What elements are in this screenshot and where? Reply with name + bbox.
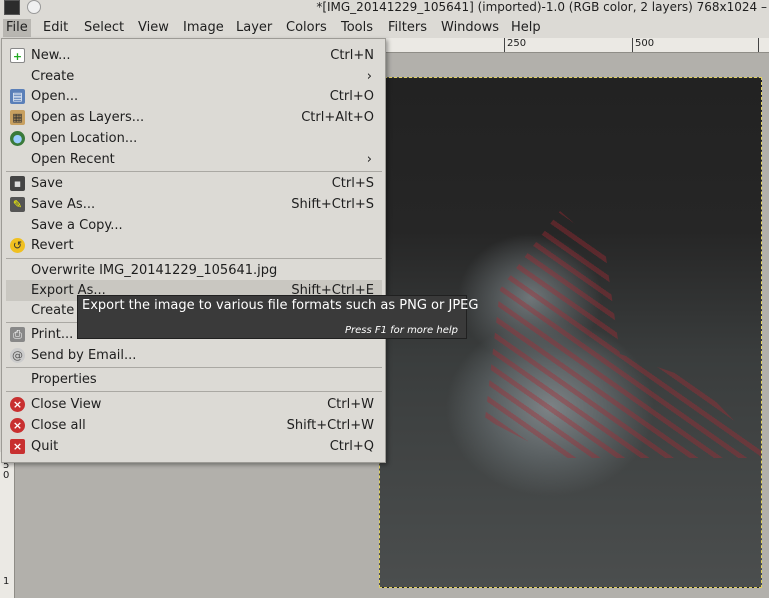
menu-windows[interactable]: Windows [438,19,502,37]
app-icon [4,0,20,15]
menu-item-save-copy[interactable]: Save a Copy... [6,215,382,236]
vertical-ruler[interactable]: 5 0 1 [0,452,15,598]
menu-item-shortcut: Ctrl+N [330,48,374,63]
menu-item-label: Create [31,69,75,84]
menu-item-shortcut: Shift+Ctrl+W [286,418,374,433]
menu-item-label: Print... [31,327,74,342]
email-icon: @ [10,348,25,363]
window-menu-button[interactable] [27,0,41,14]
title-bar: *[IMG_20141229_105641] (imported)-1.0 (R… [0,0,769,16]
menu-item-label: Close View [31,397,102,412]
menu-item-label: Send by Email... [31,348,137,363]
menu-image[interactable]: Image [180,19,227,37]
ruler-label-250: 250 [507,38,527,49]
menu-item-label: Save a Copy... [31,218,123,233]
menu-item-shortcut: Ctrl+O [329,89,374,104]
menu-file[interactable]: File [3,19,31,37]
menu-item-label: Open... [31,89,79,104]
menu-item-label: Properties [31,372,97,387]
file-menu: + New... Ctrl+N Create › ▤ Open... Ctrl+… [1,38,386,463]
menu-select[interactable]: Select [81,19,127,37]
menu-item-label: Revert [31,238,74,253]
submenu-arrow-icon: › [366,69,372,84]
tiger-photo [485,211,761,458]
close-all-icon: × [10,418,25,433]
menu-item-shortcut: Ctrl+Alt+O [301,110,374,125]
menu-edit[interactable]: Edit [40,19,71,37]
ruler-label: 0 [3,470,10,481]
menu-item-open-as-layers[interactable]: ▦ Open as Layers... Ctrl+Alt+O [6,107,382,128]
ruler-tick [632,38,633,52]
menu-item-shortcut: Ctrl+W [327,397,374,412]
menu-item-label: Overwrite IMG_20141229_105641.jpg [31,263,278,278]
menu-item-label: Close all [31,418,86,433]
export-tooltip: Export the image to various file formats… [77,295,478,339]
tooltip-text: Export the image to various file formats… [82,298,479,313]
menu-tools[interactable]: Tools [338,19,376,37]
menu-item-label: Open as Layers... [31,110,145,125]
menu-item-label: Open Location... [31,131,138,146]
menu-item-new[interactable]: + New... Ctrl+N [6,45,382,66]
revert-icon: ↺ [10,238,25,253]
menu-separator [6,367,382,368]
menu-item-revert[interactable]: ↺ Revert [6,235,382,256]
location-icon: ● [10,131,25,146]
ruler-label: 1 [3,576,10,587]
menu-view[interactable]: View [135,19,172,37]
ruler-label-500: 500 [635,38,655,49]
close-view-icon: × [10,397,25,412]
menu-item-label: New... [31,48,71,63]
open-layers-icon: ▦ [10,110,25,125]
submenu-arrow-icon: › [366,152,372,167]
window-title: *[IMG_20141229_105641] (imported)-1.0 (R… [316,0,767,14]
menu-separator [6,391,382,392]
menu-separator [6,258,382,259]
menu-item-overwrite[interactable]: Overwrite IMG_20141229_105641.jpg [6,260,382,281]
quit-icon: × [10,439,25,454]
ruler-tick [504,38,505,52]
menu-item-shortcut: Shift+Ctrl+S [291,197,374,212]
menu-item-label: Save As... [31,197,96,212]
open-icon: ▤ [10,89,25,104]
menu-item-shortcut: Ctrl+S [331,176,374,191]
menu-item-label: Create [31,303,75,318]
menu-item-open[interactable]: ▤ Open... Ctrl+O [6,86,382,107]
save-as-icon: ✎ [10,197,25,212]
menu-item-properties[interactable]: Properties [6,369,382,390]
menu-item-label: Quit [31,439,59,454]
menu-filters[interactable]: Filters [385,19,430,37]
save-icon: ▪ [10,176,25,191]
menu-item-open-location[interactable]: ● Open Location... [6,128,382,149]
menu-item-save-as[interactable]: ✎ Save As... Shift+Ctrl+S [6,194,382,215]
menu-item-close-all[interactable]: × Close all Shift+Ctrl+W [6,415,382,436]
menu-item-label: Open Recent [31,152,115,167]
ruler-tick [758,38,759,52]
new-icon: + [10,48,25,63]
print-icon: ⎙ [10,327,25,342]
menu-item-send-email[interactable]: @ Send by Email... [6,345,382,366]
menu-item-open-recent[interactable]: Open Recent › [6,149,382,170]
menu-layer[interactable]: Layer [233,19,275,37]
menubar: File Edit Select View Image Layer Colors… [0,16,769,38]
menu-separator [6,171,382,172]
menu-colors[interactable]: Colors [283,19,330,37]
menu-item-save[interactable]: ▪ Save Ctrl+S [6,173,382,194]
menu-item-create[interactable]: Create › [6,66,382,87]
menu-item-label: Save [31,176,63,191]
horizontal-ruler[interactable]: 250 500 [386,38,769,53]
menu-help[interactable]: Help [508,19,544,37]
menu-item-shortcut: Ctrl+Q [329,439,374,454]
tooltip-help-text: Press F1 for more help [344,325,458,336]
menu-item-quit[interactable]: × Quit Ctrl+Q [6,436,382,457]
menu-item-close-view[interactable]: × Close View Ctrl+W [6,394,382,415]
